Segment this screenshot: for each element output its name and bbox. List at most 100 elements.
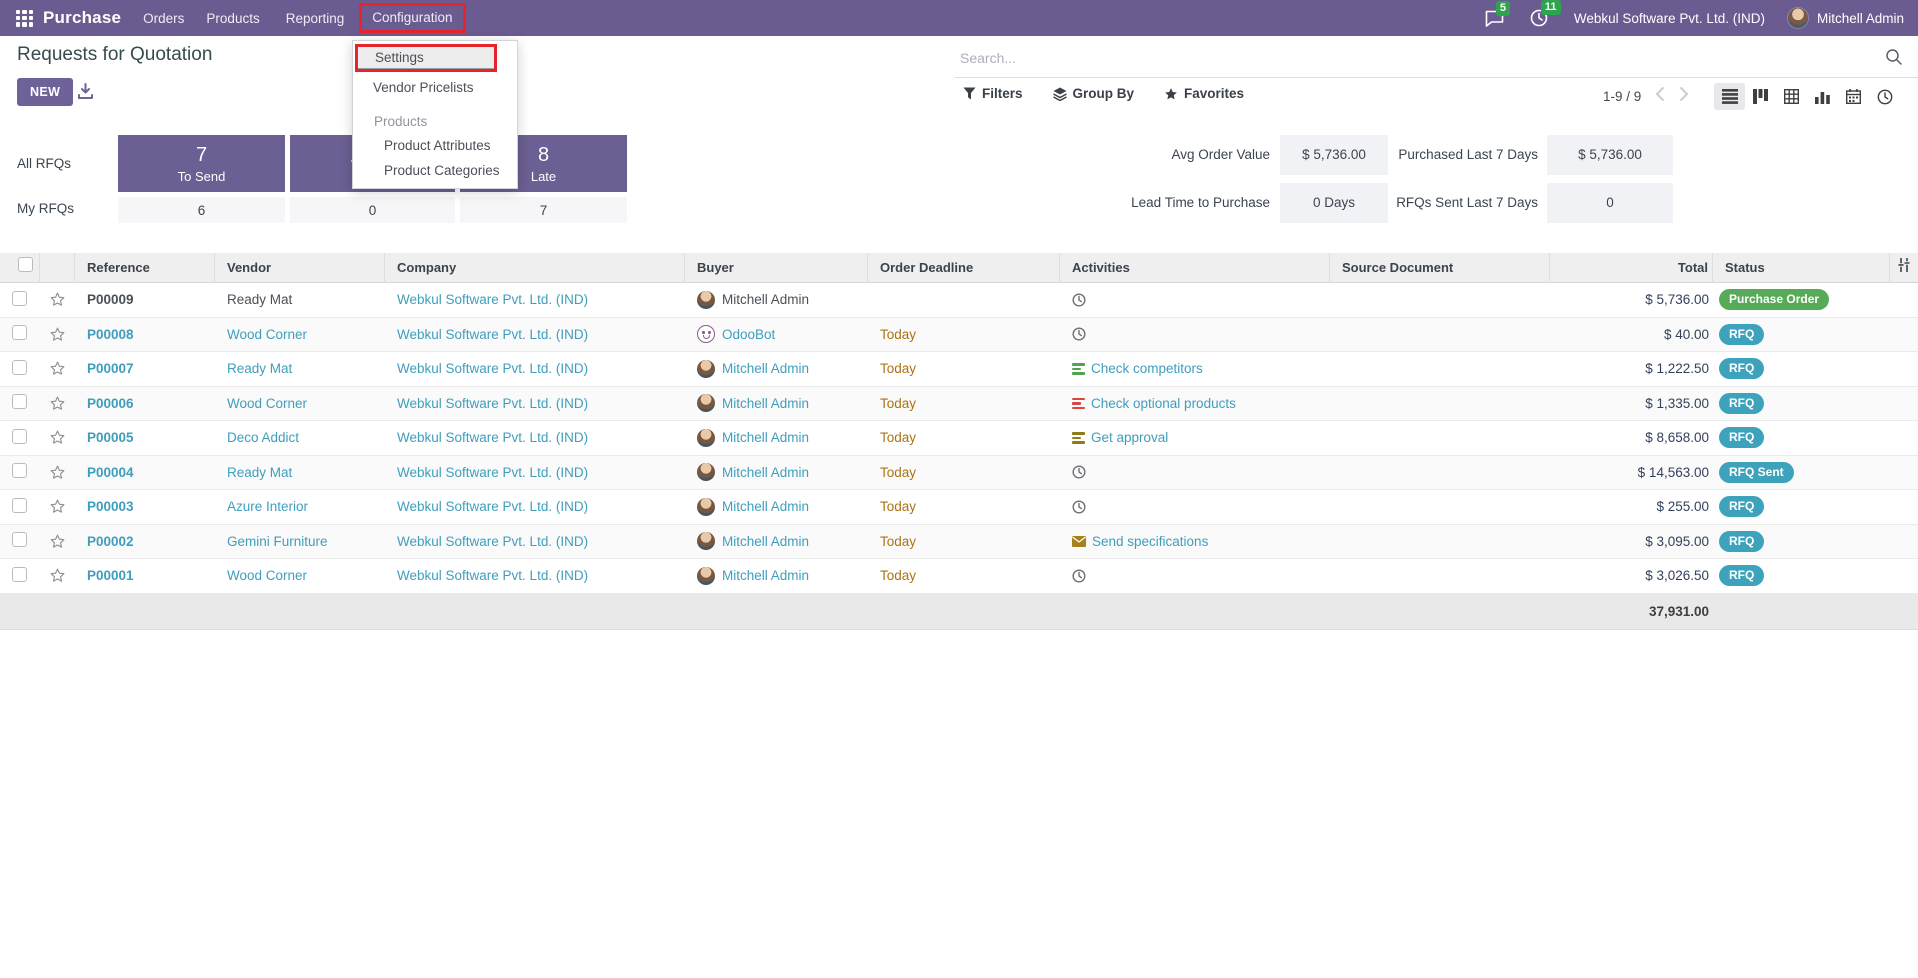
activities-cell[interactable] bbox=[1060, 465, 1330, 479]
activity-label[interactable]: Get approval bbox=[1091, 430, 1168, 445]
company-cell[interactable]: Webkul Software Pvt. Ltd. (IND) bbox=[385, 568, 685, 583]
column-header-status[interactable]: Status bbox=[1713, 253, 1890, 283]
apps-grid-icon[interactable] bbox=[16, 10, 33, 27]
activities-cell[interactable] bbox=[1060, 500, 1330, 514]
row-checkbox[interactable] bbox=[12, 325, 27, 340]
activity-label[interactable]: Send specifications bbox=[1092, 534, 1208, 549]
vendor-cell[interactable]: Ready Mat bbox=[215, 361, 385, 376]
filters-button[interactable]: Filters bbox=[963, 86, 1023, 101]
menu-orders[interactable]: Orders bbox=[143, 11, 184, 26]
dropdown-item-product-attributes[interactable]: Product Attributes bbox=[353, 133, 517, 158]
select-all-checkbox[interactable] bbox=[18, 257, 33, 272]
activity-view-icon[interactable] bbox=[1869, 83, 1900, 110]
buyer-cell[interactable]: Mitchell Admin bbox=[685, 291, 868, 309]
activity-clock-icon[interactable] bbox=[1072, 293, 1086, 307]
company-cell[interactable]: Webkul Software Pvt. Ltd. (IND) bbox=[385, 430, 685, 445]
vendor-cell[interactable]: Ready Mat bbox=[215, 465, 385, 480]
vendor-cell[interactable]: Azure Interior bbox=[215, 499, 385, 514]
activity-clock-icon[interactable] bbox=[1072, 569, 1086, 583]
table-row-p00007[interactable]: P00007Ready MatWebkul Software Pvt. Ltd.… bbox=[0, 352, 1918, 387]
vendor-cell[interactable]: Deco Addict bbox=[215, 430, 385, 445]
graph-view-icon[interactable] bbox=[1807, 83, 1838, 110]
buyer-cell[interactable]: Mitchell Admin bbox=[685, 532, 868, 550]
favorite-star-icon[interactable] bbox=[49, 291, 66, 308]
activities-cell[interactable]: Get approval bbox=[1060, 430, 1330, 445]
dropdown-item-settings[interactable]: Settings bbox=[355, 44, 497, 72]
row-checkbox[interactable] bbox=[12, 394, 27, 409]
vendor-cell[interactable]: Gemini Furniture bbox=[215, 534, 385, 549]
activities-cell[interactable]: Check competitors bbox=[1060, 361, 1330, 376]
activities-cell[interactable] bbox=[1060, 569, 1330, 583]
column-header-vendor[interactable]: Vendor bbox=[215, 253, 385, 283]
kpi-box-to-send[interactable]: 7To Send bbox=[118, 135, 285, 192]
favorite-star-icon[interactable] bbox=[49, 395, 66, 412]
row-checkbox[interactable] bbox=[12, 360, 27, 375]
list-view-icon[interactable] bbox=[1714, 83, 1745, 110]
table-row-p00004[interactable]: P00004Ready MatWebkul Software Pvt. Ltd.… bbox=[0, 456, 1918, 491]
buyer-cell[interactable]: Mitchell Admin bbox=[685, 567, 868, 585]
dropdown-item-vendor-pricelists[interactable]: Vendor Pricelists bbox=[353, 75, 517, 100]
menu-configuration[interactable]: Configuration bbox=[359, 3, 465, 33]
table-row-p00005[interactable]: P00005Deco AddictWebkul Software Pvt. Lt… bbox=[0, 421, 1918, 456]
buyer-cell[interactable]: Mitchell Admin bbox=[685, 360, 868, 378]
vendor-cell[interactable]: Wood Corner bbox=[215, 327, 385, 342]
app-name[interactable]: Purchase bbox=[43, 8, 121, 28]
buyer-cell[interactable]: Mitchell Admin bbox=[685, 394, 868, 412]
kpi-my-count-2[interactable]: 7 bbox=[460, 197, 627, 223]
search-icon[interactable] bbox=[1885, 48, 1903, 71]
company-selector[interactable]: Webkul Software Pvt. Ltd. (IND) bbox=[1574, 11, 1765, 26]
activities-button[interactable]: 11 bbox=[1530, 9, 1548, 27]
favorite-star-icon[interactable] bbox=[49, 326, 66, 343]
column-header-company[interactable]: Company bbox=[385, 253, 685, 283]
overdue-activity-icon[interactable] bbox=[1072, 398, 1085, 410]
activity-clock-icon[interactable] bbox=[1072, 500, 1086, 514]
company-cell[interactable]: Webkul Software Pvt. Ltd. (IND) bbox=[385, 292, 685, 307]
kpi-my-count-0[interactable]: 6 bbox=[118, 197, 285, 223]
export-download-icon[interactable] bbox=[77, 83, 94, 105]
buyer-cell[interactable]: OdooBot bbox=[685, 325, 868, 343]
activities-cell[interactable]: Check optional products bbox=[1060, 396, 1330, 411]
row-checkbox[interactable] bbox=[12, 567, 27, 582]
favorite-star-icon[interactable] bbox=[49, 498, 66, 515]
pivot-view-icon[interactable] bbox=[1776, 83, 1807, 110]
table-row-p00006[interactable]: P00006Wood CornerWebkul Software Pvt. Lt… bbox=[0, 387, 1918, 422]
company-cell[interactable]: Webkul Software Pvt. Ltd. (IND) bbox=[385, 396, 685, 411]
calendar-view-icon[interactable] bbox=[1838, 83, 1869, 110]
row-checkbox[interactable] bbox=[12, 463, 27, 478]
table-row-p00003[interactable]: P00003Azure InteriorWebkul Software Pvt.… bbox=[0, 490, 1918, 525]
new-button[interactable]: NEW bbox=[17, 78, 73, 106]
favorite-star-icon[interactable] bbox=[49, 429, 66, 446]
user-avatar[interactable] bbox=[1787, 7, 1809, 29]
favorites-button[interactable]: Favorites bbox=[1164, 86, 1244, 101]
table-row-p00002[interactable]: P00002Gemini FurnitureWebkul Software Pv… bbox=[0, 525, 1918, 560]
column-header-order-deadline[interactable]: Order Deadline bbox=[868, 253, 1060, 283]
row-checkbox[interactable] bbox=[12, 498, 27, 513]
table-row-p00009[interactable]: P00009Ready MatWebkul Software Pvt. Ltd.… bbox=[0, 283, 1918, 318]
favorite-star-icon[interactable] bbox=[49, 360, 66, 377]
activity-label[interactable]: Check optional products bbox=[1091, 396, 1236, 411]
favorite-star-icon[interactable] bbox=[49, 533, 66, 550]
row-checkbox[interactable] bbox=[12, 429, 27, 444]
dropdown-item-product-categories[interactable]: Product Categories bbox=[353, 158, 517, 183]
search-input[interactable] bbox=[960, 44, 1820, 72]
menu-products[interactable]: Products bbox=[206, 11, 259, 26]
company-cell[interactable]: Webkul Software Pvt. Ltd. (IND) bbox=[385, 499, 685, 514]
activity-label[interactable]: Check competitors bbox=[1091, 361, 1203, 376]
table-row-p00008[interactable]: P00008Wood CornerWebkul Software Pvt. Lt… bbox=[0, 318, 1918, 353]
activity-clock-icon[interactable] bbox=[1072, 327, 1086, 341]
column-header-reference[interactable]: Reference bbox=[75, 253, 215, 283]
company-cell[interactable]: Webkul Software Pvt. Ltd. (IND) bbox=[385, 361, 685, 376]
company-cell[interactable]: Webkul Software Pvt. Ltd. (IND) bbox=[385, 327, 685, 342]
buyer-cell[interactable]: Mitchell Admin bbox=[685, 463, 868, 481]
adjust-columns-icon[interactable] bbox=[1890, 253, 1918, 283]
kpi-my-count-1[interactable]: 0 bbox=[290, 197, 455, 223]
menu-reporting[interactable]: Reporting bbox=[286, 11, 345, 26]
company-cell[interactable]: Webkul Software Pvt. Ltd. (IND) bbox=[385, 465, 685, 480]
vendor-cell[interactable]: Wood Corner bbox=[215, 396, 385, 411]
messages-button[interactable]: 5 bbox=[1485, 10, 1504, 27]
row-checkbox[interactable] bbox=[12, 291, 27, 306]
activities-cell[interactable] bbox=[1060, 293, 1330, 307]
planned-activity-icon[interactable] bbox=[1072, 363, 1085, 375]
activity-clock-icon[interactable] bbox=[1072, 465, 1086, 479]
row-checkbox[interactable] bbox=[12, 532, 27, 547]
